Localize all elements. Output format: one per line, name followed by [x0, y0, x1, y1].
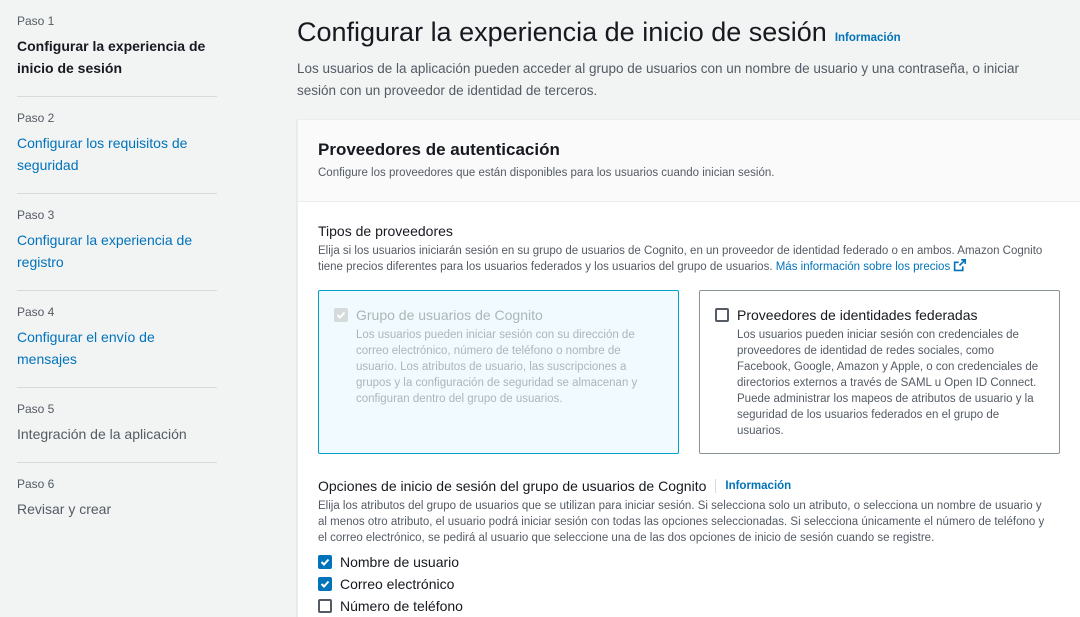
step-2: Paso 2 Configurar los requisitos de segu…	[17, 97, 217, 194]
step-4: Paso 4 Configurar el envío de mensajes	[17, 291, 217, 388]
step-title-integration: Integración de la aplicación	[17, 426, 187, 442]
step-number: Paso 3	[17, 208, 55, 222]
signin-options-description: Elija los atributos del grupo de usuario…	[318, 500, 1045, 544]
step-link-signup[interactable]: Configurar la experiencia de registro	[17, 229, 217, 273]
tile-title: Proveedores de identidades federadas	[737, 307, 978, 323]
provider-types-description: Elija si los usuarios iniciarán sesión e…	[318, 243, 1048, 275]
signin-options-section: Opciones de inicio de sesión del grupo d…	[318, 477, 1060, 617]
step-title-current: Configurar la experiencia de inicio de s…	[17, 38, 206, 76]
page-title: Configurar la experiencia de inicio de s…	[297, 17, 827, 47]
signin-options-list: Nombre de usuario Correo electrónico Núm…	[318, 551, 1060, 617]
step-number: Paso 2	[17, 111, 55, 125]
step-link-security[interactable]: Configurar los requisitos de seguridad	[17, 132, 217, 176]
checkmark-icon	[320, 558, 330, 566]
divider	[715, 479, 717, 493]
option-username[interactable]: Nombre de usuario	[318, 551, 1060, 573]
provider-types-label: Tipos de proveedores	[318, 223, 453, 239]
checkmark-icon	[320, 580, 330, 588]
auth-providers-panel: Proveedores de autenticación Configure l…	[297, 119, 1080, 617]
panel-subtitle: Configure los proveedores que están disp…	[318, 167, 775, 179]
tile-description: Los usuarios pueden iniciar sesión con s…	[356, 329, 638, 405]
page-header: Configurar la experiencia de inicio de s…	[297, 14, 1080, 50]
signin-options-info-link[interactable]: Información	[725, 480, 791, 492]
step-6: Paso 6 Revisar y crear	[17, 463, 217, 537]
main-content: Configurar la experiencia de inicio de s…	[297, 0, 1080, 617]
wizard-steps-sidebar: Paso 1 Configurar la experiencia de inic…	[0, 0, 245, 617]
tile-cognito-user-pool[interactable]: Grupo de usuarios de Cognito Los usuario…	[318, 290, 679, 454]
email-checkbox[interactable]	[318, 577, 332, 591]
username-checkbox[interactable]	[318, 555, 332, 569]
step-title-review: Revisar y crear	[17, 501, 112, 517]
federated-providers-checkbox[interactable]	[715, 308, 729, 322]
provider-tiles: Grupo de usuarios de Cognito Los usuario…	[318, 290, 1060, 454]
external-link-icon	[954, 259, 967, 272]
cognito-user-pool-checkbox	[334, 308, 348, 322]
step-number: Paso 1	[17, 14, 55, 28]
pricing-link-label: Más información sobre los precios	[775, 261, 951, 273]
tile-description: Los usuarios pueden iniciar sesión con c…	[737, 329, 1039, 437]
page-description: Los usuarios de la aplicación pueden acc…	[297, 61, 1019, 98]
tile-title: Grupo de usuarios de Cognito	[356, 307, 543, 323]
option-phone[interactable]: Número de teléfono	[318, 595, 1060, 617]
step-1: Paso 1 Configurar la experiencia de inic…	[17, 0, 217, 97]
checkmark-icon	[336, 311, 346, 319]
step-number: Paso 4	[17, 305, 55, 319]
signin-options-label-row: Opciones de inicio de sesión del grupo d…	[318, 477, 1060, 495]
step-3: Paso 3 Configurar la experiencia de regi…	[17, 194, 217, 291]
step-link-messaging[interactable]: Configurar el envío de mensajes	[17, 326, 217, 370]
panel-title: Proveedores de autenticación	[318, 140, 560, 159]
tile-federated-identity-providers[interactable]: Proveedores de identidades federadas Los…	[699, 290, 1060, 454]
option-label: Número de teléfono	[340, 598, 463, 614]
signin-options-label: Opciones de inicio de sesión del grupo d…	[318, 478, 707, 494]
option-label: Nombre de usuario	[340, 554, 460, 570]
pricing-link[interactable]: Más información sobre los precios	[775, 259, 967, 273]
info-link[interactable]: Información	[835, 32, 901, 44]
step-number: Paso 5	[17, 402, 55, 416]
phone-checkbox[interactable]	[318, 599, 332, 613]
step-number: Paso 6	[17, 477, 55, 491]
option-email[interactable]: Correo electrónico	[318, 573, 1060, 595]
step-5: Paso 5 Integración de la aplicación	[17, 388, 217, 463]
option-label: Correo electrónico	[340, 576, 455, 592]
panel-header: Proveedores de autenticación Configure l…	[298, 120, 1080, 202]
panel-body: Tipos de proveedores Elija si los usuari…	[298, 202, 1080, 617]
